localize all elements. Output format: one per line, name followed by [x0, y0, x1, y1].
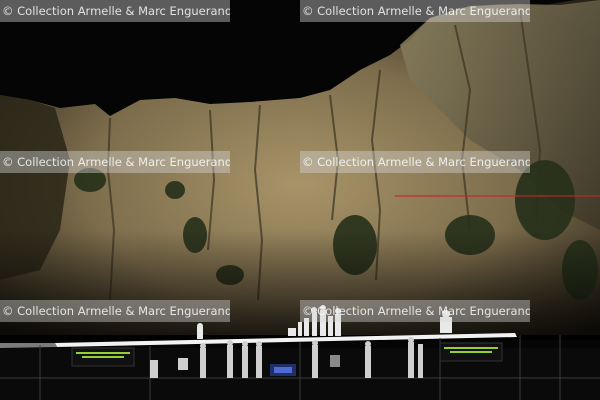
watermark-banner: © Collection Armelle & Marc Enguerand — [0, 151, 230, 173]
watermark-banner: © Collection Armelle & Marc Enguerand — [300, 151, 530, 173]
watermark-banner: © Collection Armelle & Marc Enguerand — [0, 300, 230, 322]
watermark-banner: © Collection Armelle & Marc Enguerand — [0, 0, 230, 22]
watermark-banner: © Collection Armelle & Marc Enguerand — [300, 0, 530, 22]
watermark-banner: © Collection Armelle & Marc Enguerand — [300, 300, 530, 322]
surtitle-text-right — [440, 346, 502, 355]
photo-scene — [0, 0, 600, 400]
surtitle-text-left — [72, 351, 134, 360]
